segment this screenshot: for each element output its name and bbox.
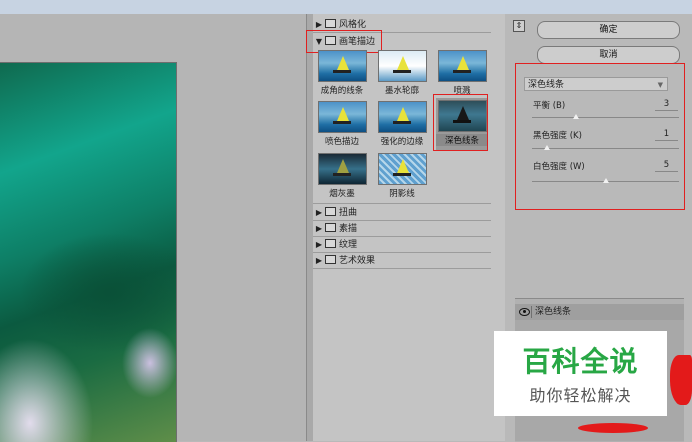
filter-select-value: 深色线条 [528, 80, 565, 90]
layer-divider [531, 306, 532, 318]
category-separator [313, 203, 491, 204]
filter-thumb-accented-edges[interactable]: 强化的边缘 [377, 101, 427, 147]
param-input-black-intensity[interactable]: 1 [655, 128, 678, 141]
category-artistic[interactable]: ▶ 艺术效果 [313, 253, 491, 269]
category-label: 素描 [339, 224, 358, 234]
param-label-white-intensity: 白色强度 (W) [533, 162, 585, 172]
category-label: 风格化 [339, 20, 367, 30]
image-preview[interactable] [0, 62, 177, 442]
slider-handle-white-intensity[interactable] [602, 178, 609, 183]
thumbnail-image [437, 50, 487, 82]
red-scribble-mark [578, 423, 648, 433]
slider-handle-balance[interactable] [573, 114, 580, 119]
cancel-button[interactable]: 取消 [537, 46, 680, 64]
folder-icon [325, 207, 336, 216]
expand-arrow-icon[interactable]: ▶ [313, 221, 325, 237]
chevron-down-icon: ▼ [657, 81, 663, 89]
thumbnail-image [317, 153, 367, 185]
expand-arrow-icon[interactable]: ▶ [313, 205, 325, 221]
category-separator [313, 268, 491, 269]
param-label-black-intensity: 黑色强度 (K) [533, 131, 582, 141]
filter-thumb-crosshatch[interactable]: 阴影线 [377, 153, 427, 199]
slider-track-black-intensity[interactable] [532, 148, 679, 149]
category-texture[interactable]: ▶ 纹理 [313, 237, 491, 253]
param-input-balance[interactable]: 3 [655, 98, 678, 111]
expand-arrow-icon[interactable]: ▶ [313, 253, 325, 269]
folder-icon [325, 223, 336, 232]
filter-thumb-spatter[interactable]: 喷溅 [437, 50, 487, 96]
folder-icon [325, 239, 336, 248]
thumb-label: 强化的边缘 [380, 137, 424, 147]
folder-icon [325, 255, 336, 264]
slider-handle-black-intensity[interactable] [543, 145, 550, 150]
filter-thumb-sumi-e[interactable]: 烟灰墨 [317, 153, 367, 199]
category-sketch[interactable]: ▶ 素描 [313, 221, 491, 237]
thumbnail-image [377, 153, 427, 185]
folder-icon [325, 19, 336, 28]
watermark-logo: 百科全说 助你轻松解决 [494, 331, 667, 416]
filter-thumb-ink-outlines[interactable]: 墨水轮廓 [377, 50, 427, 96]
category-label: 纹理 [339, 240, 358, 250]
filter-thumb-angled-strokes[interactable]: 成角的线条 [317, 50, 367, 96]
collapse-toggle-icon[interactable]: ⇕ [513, 20, 525, 32]
thumbnail-image [317, 50, 367, 82]
filter-thumb-sprayed-strokes[interactable]: 喷色描边 [317, 101, 367, 147]
thumb-label: 阴影线 [389, 189, 415, 199]
ok-button[interactable]: 确定 [537, 21, 680, 39]
thumbnail-image [317, 101, 367, 133]
highlight-box-thumb [433, 94, 488, 151]
thumb-label: 成角的线条 [320, 86, 364, 96]
eye-icon[interactable] [519, 308, 530, 316]
top-bar [0, 0, 692, 14]
watermark-subtitle: 助你轻松解决 [529, 386, 632, 405]
param-input-white-intensity[interactable]: 5 [655, 159, 678, 172]
category-label: 扭曲 [339, 208, 358, 218]
thumb-label: 墨水轮廓 [384, 86, 419, 96]
param-label-balance: 平衡 (B) [533, 101, 566, 111]
effect-layer-name: 深色线条 [535, 307, 572, 317]
category-distort[interactable]: ▶ 扭曲 [313, 205, 491, 221]
category-label: 艺术效果 [339, 256, 376, 266]
watermark-title: 百科全说 [522, 345, 639, 378]
thumbnail-image [377, 50, 427, 82]
thumbnail-image [377, 101, 427, 133]
slider-track-balance[interactable] [532, 117, 679, 118]
thumb-label: 喷色描边 [324, 137, 359, 147]
red-scribble-mark [670, 355, 692, 405]
thumb-label: 烟灰墨 [329, 189, 355, 199]
filter-select[interactable]: 深色线条 ▼ [524, 77, 668, 91]
expand-arrow-icon[interactable]: ▶ [313, 237, 325, 253]
